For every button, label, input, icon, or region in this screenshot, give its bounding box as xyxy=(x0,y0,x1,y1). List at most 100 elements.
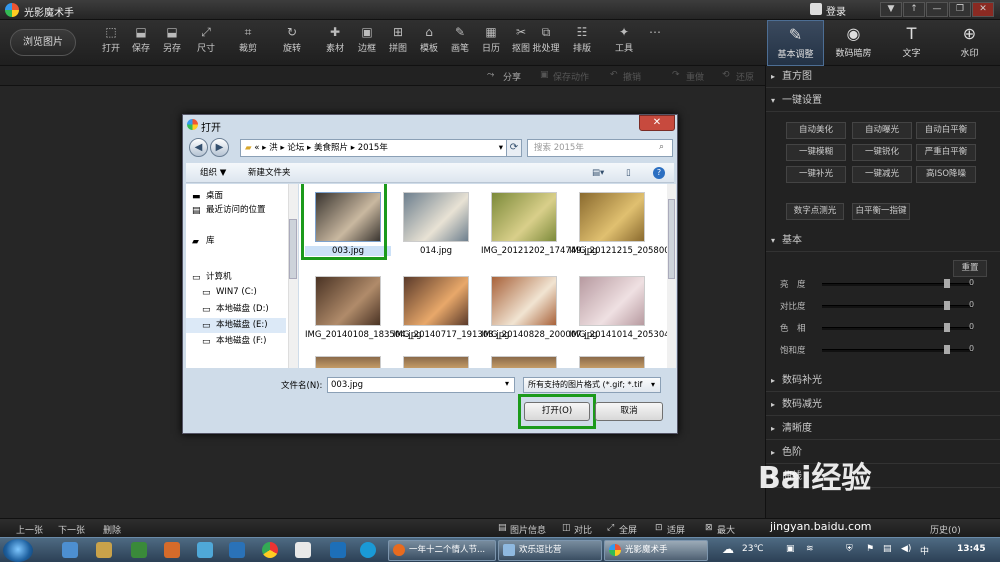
breadcrumb-overflow[interactable]: « xyxy=(254,143,259,153)
preset-button[interactable]: 自动美化 xyxy=(786,122,846,139)
wifi-icon[interactable]: ≋ xyxy=(806,544,814,554)
file-type-select[interactable]: 所有支持的图片格式 (*.gif; *.tif xyxy=(523,377,661,393)
nav-item[interactable]: ▰ 库 xyxy=(186,234,286,249)
organize-button[interactable]: 组织 ▼ xyxy=(200,163,226,183)
cancel-button[interactable]: 取消 xyxy=(595,402,663,421)
task-chat[interactable]: 欢乐逗比营 xyxy=(498,540,602,561)
file-item[interactable]: 014.jpg xyxy=(393,184,479,270)
preset-button[interactable]: 一键补光 xyxy=(786,166,846,183)
tab-text[interactable]: T 文字 xyxy=(883,20,940,66)
max-size-button[interactable]: 最大 xyxy=(717,523,735,536)
weather-temp[interactable]: 23℃ xyxy=(742,544,764,554)
nav-item[interactable]: ▭ 本地磁盘 (E:) xyxy=(186,318,286,333)
maximize-button[interactable]: ❐ xyxy=(949,2,971,17)
menu-dropdown-button[interactable]: ▼ xyxy=(880,2,902,17)
close-window-button[interactable]: ✕ xyxy=(972,2,994,17)
fullscreen-button[interactable]: 全屏 xyxy=(619,523,637,536)
tool-拼图[interactable]: ⊞ 拼图 xyxy=(383,24,413,64)
app-icon-5[interactable] xyxy=(330,542,346,558)
tool-批处理[interactable]: ⧉ 批处理 xyxy=(531,24,561,64)
preset-button[interactable]: 严重白平衡 xyxy=(916,144,976,161)
file-type-dropdown-icon[interactable]: ▾ xyxy=(651,380,655,389)
undo-button[interactable]: 撤销 xyxy=(623,70,641,83)
section-item[interactable]: ▸ 清晰度 xyxy=(766,418,1000,440)
preset-button[interactable]: 一键模糊 xyxy=(786,144,846,161)
section-item[interactable]: ▸ 数码补光 xyxy=(766,370,1000,392)
tool-工具[interactable]: ✦ 工具 xyxy=(609,24,639,64)
back-button[interactable]: ◀ xyxy=(189,138,208,157)
media-icon[interactable] xyxy=(360,542,376,558)
files-scroll-thumb[interactable] xyxy=(668,199,675,279)
breadcrumb[interactable]: ▰ « ▸ 洪 ▸ 论坛 ▸ 美食照片 ▸ 2015年 ▾ xyxy=(240,139,508,157)
file-item-partial[interactable] xyxy=(403,356,469,368)
app-icon-4[interactable] xyxy=(295,542,311,558)
image-info-button[interactable]: 图片信息 xyxy=(510,523,546,536)
minimize-button[interactable]: — xyxy=(926,2,948,17)
preset-button[interactable]: 高ISO降噪 xyxy=(916,166,976,183)
nav-scroll-thumb[interactable] xyxy=(289,219,297,279)
save-action-button[interactable]: 保存动作 xyxy=(553,70,589,83)
slider-knob[interactable] xyxy=(944,279,950,288)
preset-button[interactable]: 白平衡一指键 xyxy=(852,203,910,220)
file-item[interactable]: IMG_20141014_205304.jpg xyxy=(569,268,667,354)
tab-basic-adjust[interactable]: ✎ 基本调整 xyxy=(767,20,824,66)
nav-item[interactable]: ▭ 本地磁盘 (D:) xyxy=(186,302,286,317)
tool-另存[interactable]: ⬓ 另存 xyxy=(157,24,187,64)
reset-button[interactable]: 重置 xyxy=(953,260,987,277)
filename-dropdown-icon[interactable]: ▾ xyxy=(505,379,509,388)
file-item[interactable]: IMG_20140828_200007.jpg xyxy=(481,268,598,354)
app-icon-2[interactable] xyxy=(164,542,180,558)
breadcrumb-item[interactable]: 2015年 xyxy=(358,143,388,153)
file-item-partial[interactable] xyxy=(491,356,557,368)
compare-button[interactable]: 对比 xyxy=(574,523,592,536)
section-basic[interactable]: ▾ 基本 xyxy=(766,230,1000,252)
new-folder-button[interactable]: 新建文件夹 xyxy=(248,163,291,183)
breadcrumb-dropdown-icon[interactable]: ▾ xyxy=(499,140,503,156)
preset-button[interactable]: 一键锐化 xyxy=(852,144,912,161)
help-icon[interactable]: ? xyxy=(653,167,665,179)
breadcrumb-item[interactable]: 论坛 xyxy=(287,143,304,153)
file-item-partial[interactable] xyxy=(315,356,381,368)
flag-icon[interactable]: ⚑ xyxy=(866,544,874,554)
network-icon[interactable]: ▤ xyxy=(883,544,892,554)
file-item[interactable]: IMG_20140108_183504.jpg xyxy=(305,268,422,354)
filename-input[interactable]: 003.jpg xyxy=(327,377,515,393)
tool-保存[interactable]: ⬓ 保存 xyxy=(126,24,156,64)
start-button[interactable] xyxy=(3,539,33,562)
preset-button[interactable]: 一键减光 xyxy=(852,166,912,183)
nav-item[interactable]: ▭ 计算机 xyxy=(186,270,286,285)
tool-模板[interactable]: ⌂ 模板 xyxy=(414,24,444,64)
fit-screen-button[interactable]: 适屏 xyxy=(667,523,685,536)
preset-button[interactable]: 数字点测光 xyxy=(786,203,844,220)
share-button[interactable]: 分享 xyxy=(503,70,521,83)
dialog-close-button[interactable]: ✕ xyxy=(639,115,675,131)
file-item-partial[interactable] xyxy=(579,356,645,368)
explorer-icon[interactable] xyxy=(96,542,112,558)
tray-app-icon[interactable]: ▣ xyxy=(786,544,795,554)
file-item[interactable]: IMG_20121215_205800.jpg xyxy=(569,184,667,270)
tool-尺寸[interactable]: ⤢ 尺寸 xyxy=(191,24,221,64)
app-icon-1[interactable] xyxy=(131,542,147,558)
volume-icon[interactable]: ◀) xyxy=(901,544,911,554)
file-item[interactable]: IMG_20140717_191303.jpg xyxy=(393,268,510,354)
app-icon-3[interactable] xyxy=(197,542,213,558)
open-button[interactable]: 打开(O) xyxy=(524,402,590,421)
browse-images-button[interactable]: 浏览图片 xyxy=(10,29,76,56)
preset-button[interactable]: 自动白平衡 xyxy=(916,122,976,139)
view-icon[interactable]: ▤▾ xyxy=(592,163,604,183)
tool-边框[interactable]: ▣ 边框 xyxy=(352,24,382,64)
tool-打开[interactable]: ⬚ 打开 xyxy=(96,24,126,64)
breadcrumb-item[interactable]: 美食照片 xyxy=(314,143,348,153)
desktop-app-icon[interactable] xyxy=(62,542,78,558)
user-icon[interactable] xyxy=(810,3,822,15)
refresh-button[interactable]: ⟳ xyxy=(506,139,522,157)
tool-日历[interactable]: ▦ 日历 xyxy=(476,24,506,64)
search-input[interactable]: 搜索 2015年 xyxy=(527,139,673,157)
slider-knob[interactable] xyxy=(944,345,950,354)
tool-素材[interactable]: ✚ 素材 xyxy=(320,24,350,64)
tab-darkroom[interactable]: ◉ 数码暗房 xyxy=(825,20,882,66)
task-photo-editor[interactable]: 光影魔术手 xyxy=(604,540,708,561)
login-button[interactable]: 登录 xyxy=(826,3,846,18)
shield-icon[interactable]: ⛨ xyxy=(846,544,853,554)
next-image-button[interactable]: 下一张 xyxy=(58,523,85,536)
